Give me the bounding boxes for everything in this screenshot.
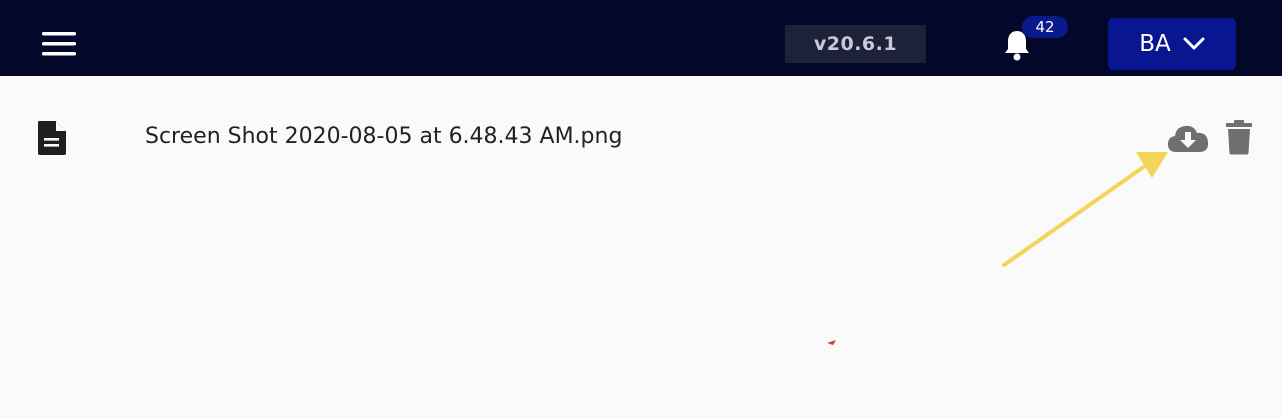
user-menu-button[interactable]: BA — [1108, 18, 1236, 70]
chevron-down-icon — [1183, 37, 1205, 50]
download-button[interactable] — [1164, 120, 1212, 158]
hamburger-menu-icon — [42, 32, 76, 56]
notification-badge: 42 — [1022, 16, 1068, 38]
file-name[interactable]: Screen Shot 2020-08-05 at 6.48.43 AM.png — [145, 124, 622, 149]
menu-button[interactable] — [38, 26, 80, 62]
red-mark-artifact — [827, 340, 836, 345]
file-list-item: Screen Shot 2020-08-05 at 6.48.43 AM.png — [0, 100, 1282, 176]
top-navbar: v20.6.1 42 BA — [0, 0, 1282, 76]
trash-icon — [1226, 120, 1252, 155]
cloud-download-icon — [1168, 125, 1209, 152]
delete-button[interactable] — [1224, 118, 1254, 156]
user-initials: BA — [1139, 31, 1171, 57]
version-label: v20.6.1 — [785, 25, 926, 63]
document-icon — [38, 121, 66, 155]
